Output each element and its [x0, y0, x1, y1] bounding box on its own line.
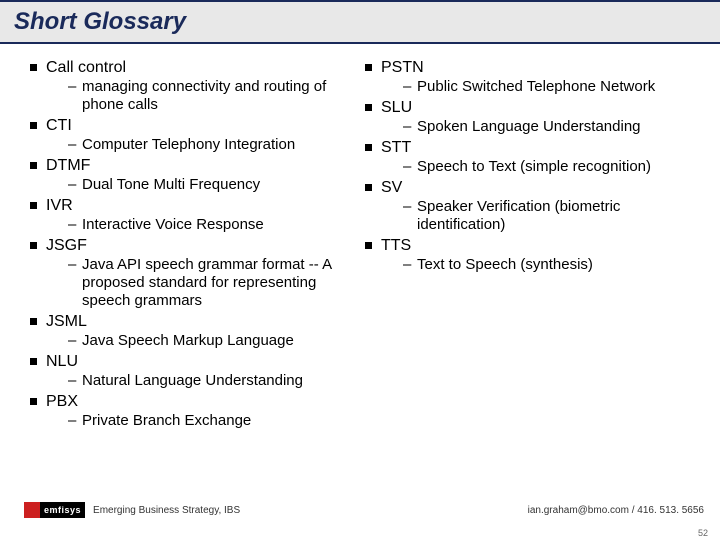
glossary-item: PSTNPublic Switched Telephone Network: [365, 58, 700, 96]
glossary-term: CTI: [46, 116, 365, 136]
glossary-item: NLUNatural Language Understanding: [30, 352, 365, 390]
glossary-item: SVSpeaker Verification (biometric identi…: [365, 178, 700, 234]
glossary-item: IVRInteractive Voice Response: [30, 196, 365, 234]
left-column: Call controlmanaging connectivity and ro…: [30, 58, 365, 432]
glossary-item: PBXPrivate Branch Exchange: [30, 392, 365, 430]
glossary-definition: Dual Tone Multi Frequency: [68, 176, 365, 194]
glossary-definition: Public Switched Telephone Network: [403, 78, 700, 96]
glossary-definition: managing connectivity and routing of pho…: [68, 78, 365, 114]
footer: emfisys Emerging Business Strategy, IBS …: [0, 498, 720, 522]
right-column: PSTNPublic Switched Telephone NetworkSLU…: [365, 58, 700, 432]
glossary-term: TTS: [381, 236, 700, 256]
glossary-item: JSMLJava Speech Markup Language: [30, 312, 365, 350]
logo-mark: [24, 502, 40, 518]
glossary-item: CTIComputer Telephony Integration: [30, 116, 365, 154]
logo-text: emfisys: [40, 502, 85, 518]
glossary-term: PSTN: [381, 58, 700, 78]
glossary-definition: Computer Telephony Integration: [68, 136, 365, 154]
logo: emfisys: [24, 502, 85, 518]
glossary-definition: Interactive Voice Response: [68, 216, 365, 234]
glossary-term: JSML: [46, 312, 365, 332]
glossary-definition: Private Branch Exchange: [68, 412, 365, 430]
glossary-item: SLUSpoken Language Understanding: [365, 98, 700, 136]
footer-left-text: Emerging Business Strategy, IBS: [93, 505, 240, 516]
footer-right-text: ian.graham@bmo.com / 416. 513. 5656: [528, 505, 704, 516]
glossary-term: DTMF: [46, 156, 365, 176]
glossary-item: Call controlmanaging connectivity and ro…: [30, 58, 365, 114]
glossary-term: SLU: [381, 98, 700, 118]
glossary-item: DTMFDual Tone Multi Frequency: [30, 156, 365, 194]
glossary-item: STTSpeech to Text (simple recognition): [365, 138, 700, 176]
glossary-definition: Text to Speech (synthesis): [403, 256, 700, 274]
content-area: Call controlmanaging connectivity and ro…: [0, 44, 720, 432]
glossary-term: Call control: [46, 58, 365, 78]
glossary-term: NLU: [46, 352, 365, 372]
glossary-item: JSGFJava API speech grammar format -- A …: [30, 236, 365, 310]
glossary-term: SV: [381, 178, 700, 198]
glossary-term: PBX: [46, 392, 365, 412]
title-bar: Short Glossary: [0, 0, 720, 44]
glossary-definition: Speaker Verification (biometric identifi…: [403, 198, 700, 234]
glossary-item: TTSText to Speech (synthesis): [365, 236, 700, 274]
glossary-definition: Natural Language Understanding: [68, 372, 365, 390]
glossary-term: STT: [381, 138, 700, 158]
glossary-definition: Java API speech grammar format -- A prop…: [68, 256, 365, 310]
glossary-definition: Spoken Language Understanding: [403, 118, 700, 136]
glossary-term: IVR: [46, 196, 365, 216]
slide-title: Short Glossary: [14, 8, 186, 35]
glossary-term: JSGF: [46, 236, 365, 256]
glossary-definition: Speech to Text (simple recognition): [403, 158, 700, 176]
page-number: 52: [698, 528, 708, 538]
glossary-definition: Java Speech Markup Language: [68, 332, 365, 350]
